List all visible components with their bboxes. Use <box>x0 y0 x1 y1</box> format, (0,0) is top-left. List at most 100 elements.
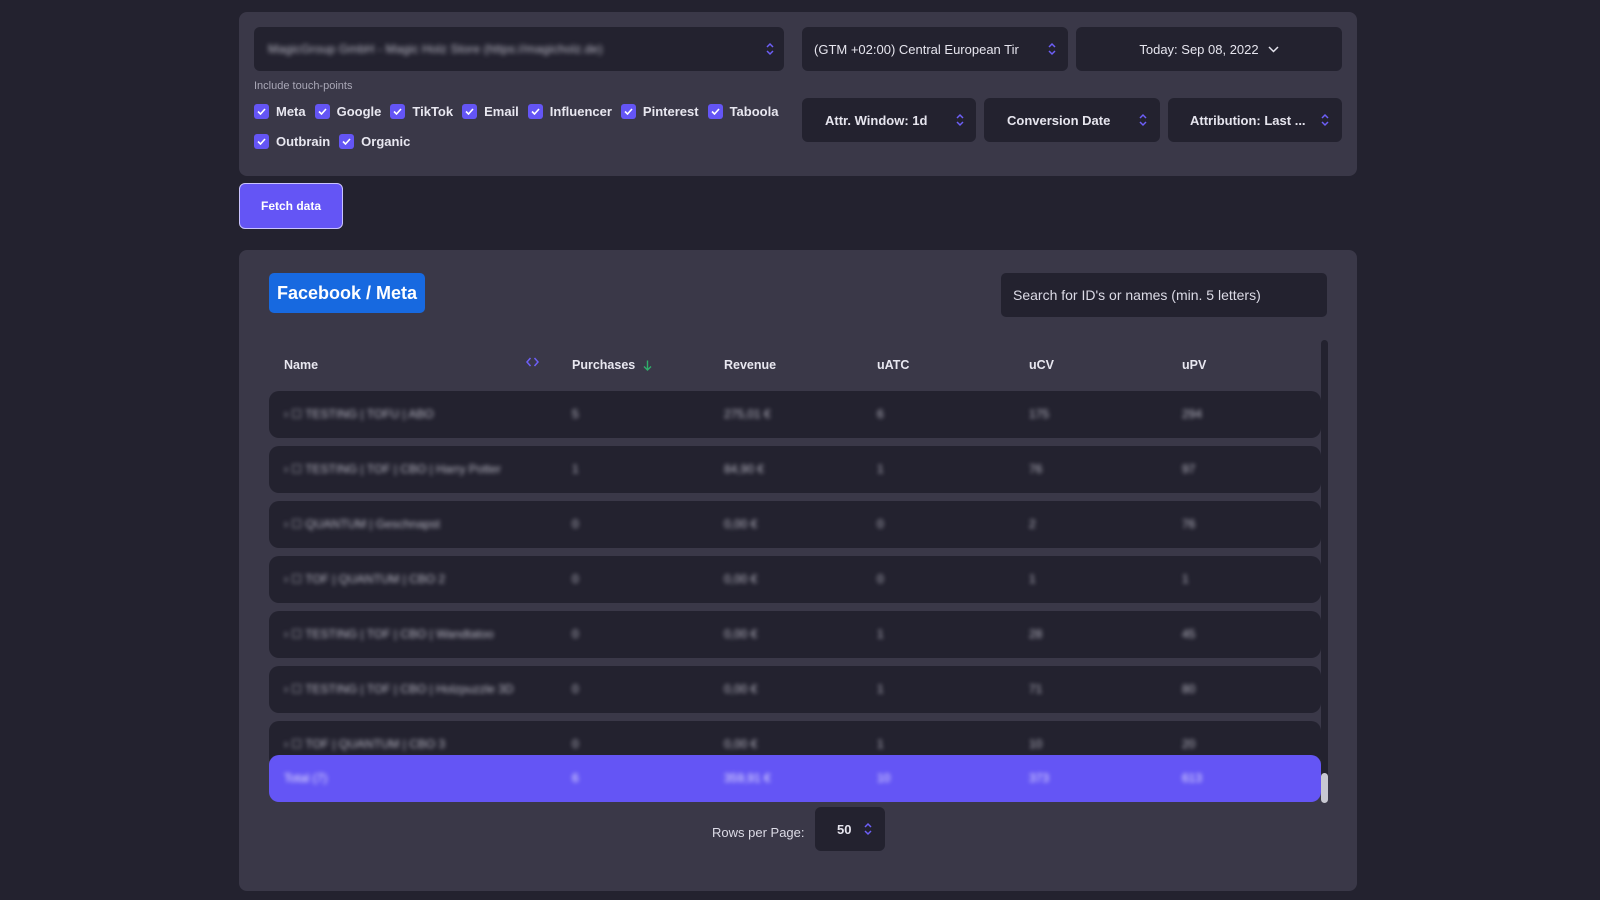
attribution-window-value: Attr. Window: 1d <box>825 112 928 128</box>
checkbox-tiktok[interactable]: TikTok <box>390 104 453 119</box>
column-label: uATC <box>877 358 910 372</box>
table-total-row: Total (7) 6 359,91 € 10 373 613 <box>269 755 1321 802</box>
cell-revenue: 0,00 € <box>724 627 758 641</box>
timezone-select[interactable]: (GTM +02:00) Central European Tir <box>802 27 1068 71</box>
table-row[interactable]: › ☐ TESTING | TOF | CBO | Harry Potter 1… <box>269 446 1321 493</box>
updown-chevron-icon <box>864 822 872 836</box>
checkbox-checked-icon[interactable] <box>314 104 330 119</box>
cell-uatc: 6 <box>877 407 884 421</box>
checkbox-label: Influencer <box>549 104 612 119</box>
cell-upv: 45 <box>1182 627 1196 641</box>
checkbox-organic[interactable]: Organic <box>339 134 410 149</box>
table-scrollbar[interactable] <box>1321 340 1328 803</box>
checkbox-checked-icon[interactable] <box>339 134 355 149</box>
table-body: › ☐ TESTING | TOFU | ABO 5 275,01 € 6 17… <box>269 391 1321 801</box>
cell-name: › ☐ TESTING | TOFU | ABO <box>284 407 434 421</box>
cell-name: › ☐ TOF | QUANTUM | CBO 3 <box>284 737 446 751</box>
column-header-upv[interactable]: uPV <box>1182 358 1206 372</box>
touchpoints-row-2: Outbrain Organic <box>254 134 419 149</box>
cell-uatc: 1 <box>877 627 884 641</box>
total-uatc: 10 <box>877 771 891 785</box>
table-row[interactable]: › ☐ TOF | QUANTUM | CBO 2 0 0,00 € 0 1 1 <box>269 556 1321 603</box>
checkbox-google[interactable]: Google <box>314 104 381 119</box>
date-value: Today: Sep 08, 2022 <box>1139 41 1259 57</box>
column-label: Name <box>284 358 319 372</box>
table-row[interactable]: › ☐ TESTING | TOFU | ABO 5 275,01 € 6 17… <box>269 391 1321 438</box>
cell-purchases: 0 <box>572 517 579 531</box>
column-header-purchases[interactable]: Purchases <box>572 358 652 372</box>
table-row[interactable]: › ☐ TESTING | TOF | CBO | Wandtatoo 0 0,… <box>269 611 1321 658</box>
date-select[interactable]: Today: Sep 08, 2022 <box>1076 27 1342 71</box>
search-input[interactable] <box>1001 273 1327 317</box>
timezone-value: (GTM +02:00) Central European Tir <box>814 41 1019 57</box>
filters-panel: MagicGroup GmbH - Magic Holz Store (http… <box>239 12 1357 176</box>
fetch-data-button[interactable]: Fetch data <box>239 183 343 229</box>
checkbox-checked-icon[interactable] <box>254 134 269 149</box>
checkbox-label: TikTok <box>412 104 454 119</box>
column-header-uatc[interactable]: uATC <box>877 358 909 372</box>
checkbox-label: Taboola <box>729 104 779 119</box>
checkbox-label: Organic <box>361 134 411 149</box>
checkbox-taboola[interactable]: Taboola <box>707 104 779 119</box>
touchpoints-label: Include touch-points <box>254 80 353 92</box>
cell-ucv: 28 <box>1029 627 1043 641</box>
cell-uatc: 0 <box>877 572 884 586</box>
cell-name: › ☐ TESTING | TOF | CBO | Harry Potter <box>284 462 501 476</box>
cell-ucv: 76 <box>1029 462 1043 476</box>
cell-revenue: 0,00 € <box>724 737 758 751</box>
rows-per-page-value: 50 <box>837 821 852 837</box>
checkbox-email[interactable]: Email <box>462 104 519 119</box>
attribution-model-select[interactable]: Attribution: Last ... <box>1168 98 1342 142</box>
site-select-value: MagicGroup GmbH - Magic Holz Store (http… <box>268 42 603 56</box>
rows-per-page-select[interactable]: 50 <box>815 807 885 851</box>
column-header-revenue[interactable]: Revenue <box>724 358 776 372</box>
checkbox-checked-icon[interactable] <box>707 104 723 119</box>
checkbox-label: Outbrain <box>276 134 331 149</box>
cell-purchases: 0 <box>572 682 579 696</box>
checkbox-label: Pinterest <box>642 104 699 119</box>
expand-columns-icon[interactable] <box>526 356 539 368</box>
scrollbar-thumb[interactable] <box>1321 773 1328 803</box>
cell-revenue: 84,90 € <box>724 462 765 476</box>
cell-uatc: 1 <box>877 462 884 476</box>
attribution-window-select[interactable]: Attr. Window: 1d <box>802 98 976 142</box>
cell-revenue: 275,01 € <box>724 407 771 421</box>
cell-upv: 80 <box>1182 682 1196 696</box>
checkbox-meta[interactable]: Meta <box>254 104 306 119</box>
checkbox-checked-icon[interactable] <box>254 104 269 119</box>
cell-revenue: 0,00 € <box>724 517 758 531</box>
table-row[interactable]: › ☐ QUANTUM | Geschnapst 0 0,00 € 0 2 76 <box>269 501 1321 548</box>
sort-descending-icon <box>643 360 652 371</box>
cell-ucv: 71 <box>1029 682 1043 696</box>
cell-purchases: 0 <box>572 572 579 586</box>
column-label: Revenue <box>724 358 777 372</box>
site-select[interactable]: MagicGroup GmbH - Magic Holz Store (http… <box>254 27 784 71</box>
checkbox-checked-icon[interactable] <box>527 104 543 119</box>
cell-uatc: 0 <box>877 517 884 531</box>
cell-upv: 1 <box>1182 572 1189 586</box>
checkbox-checked-icon[interactable] <box>462 104 478 119</box>
total-name: Total (7) <box>284 771 328 785</box>
cell-upv: 20 <box>1182 737 1196 751</box>
checkbox-checked-icon[interactable] <box>620 104 636 119</box>
cell-ucv: 175 <box>1029 407 1050 421</box>
checkbox-influencer[interactable]: Influencer <box>527 104 612 119</box>
cell-upv: 294 <box>1182 407 1203 421</box>
column-label: uCV <box>1029 358 1054 372</box>
results-panel: Facebook / Meta Name Purchases Revenue u… <box>239 250 1357 891</box>
cell-upv: 76 <box>1182 517 1196 531</box>
touchpoints-row-1: Meta Google TikTok Email Influencer Pint… <box>254 104 787 119</box>
cell-name: › ☐ TESTING | TOF | CBO | Holzpuzzle 3D <box>284 682 514 696</box>
checkbox-checked-icon[interactable] <box>390 104 406 119</box>
attribution-model-value: Attribution: Last ... <box>1190 112 1306 128</box>
table-row[interactable]: › ☐ TESTING | TOF | CBO | Holzpuzzle 3D … <box>269 666 1321 713</box>
column-header-name[interactable]: Name <box>284 358 318 372</box>
checkbox-pinterest[interactable]: Pinterest <box>620 104 699 119</box>
conversion-date-select[interactable]: Conversion Date <box>984 98 1160 142</box>
checkbox-outbrain[interactable]: Outbrain <box>254 134 330 149</box>
total-upv: 613 <box>1182 771 1203 785</box>
rows-per-page-label: Rows per Page: <box>712 825 805 840</box>
cell-uatc: 1 <box>877 682 884 696</box>
column-header-ucv[interactable]: uCV <box>1029 358 1054 372</box>
cell-ucv: 1 <box>1029 572 1036 586</box>
